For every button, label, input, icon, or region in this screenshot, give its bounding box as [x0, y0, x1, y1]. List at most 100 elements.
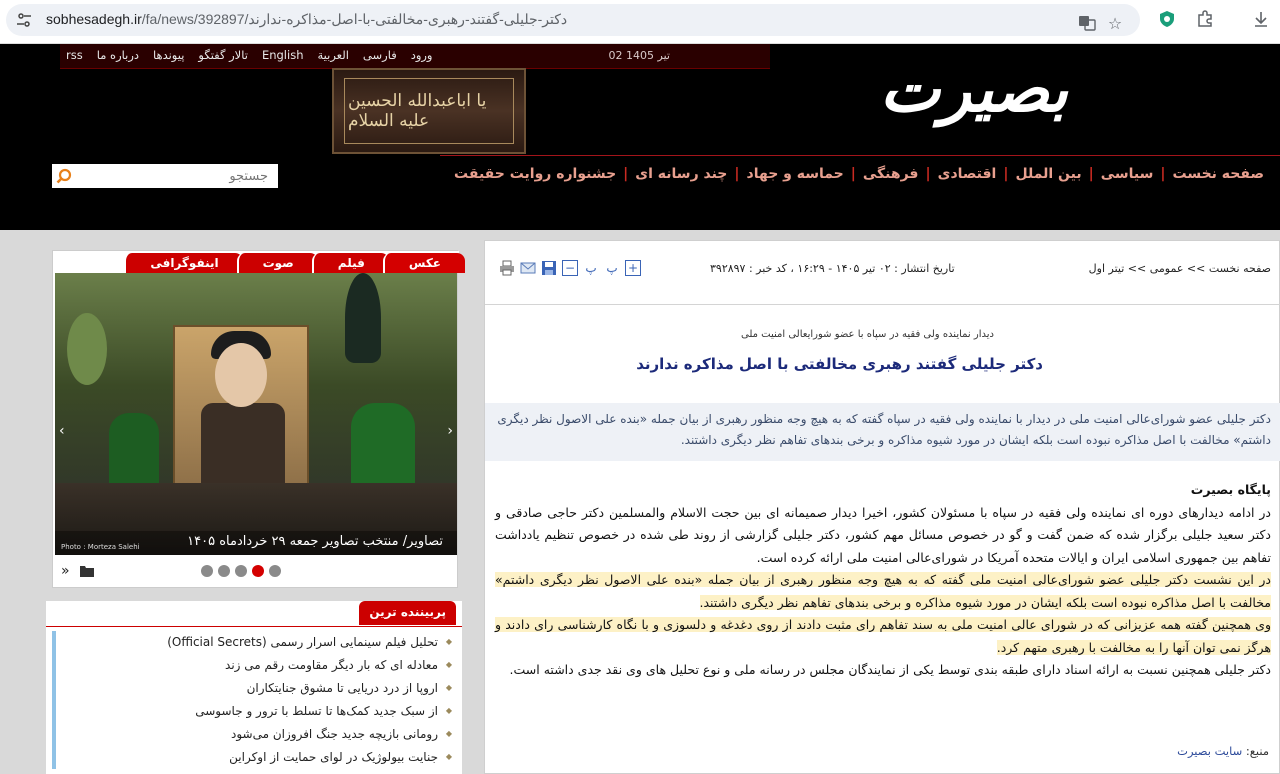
site-logo[interactable]: بصیرت: [880, 52, 1072, 127]
folder-icon[interactable]: [79, 564, 95, 582]
nav-divider: [440, 155, 1280, 156]
nav-separator: |: [623, 166, 629, 182]
list-item[interactable]: معادله ای که بار دیگر مقاومت رقم می زند: [56, 654, 456, 677]
list-item[interactable]: تحلیل فیلم سینمایی اسرار رسمی (Official …: [56, 631, 456, 654]
nav-political[interactable]: سیاسی: [1101, 166, 1154, 182]
nav-cultural[interactable]: فرهنگی: [863, 166, 919, 182]
highlight: در این نشست دکتر جلیلی عضو شورای‌عالی ام…: [495, 572, 1271, 610]
search-icon[interactable]: [56, 168, 72, 184]
prev-arrow-icon[interactable]: ‹: [59, 423, 65, 439]
nav-separator: |: [850, 166, 856, 182]
translate-icon[interactable]: [1076, 12, 1098, 34]
site-header: rss درباره ما پیوندها تالار گفتگو Englis…: [0, 44, 1280, 230]
next-arrow-icon[interactable]: ›: [447, 423, 453, 439]
article-kicker: پایگاه بصیرت: [1190, 482, 1271, 497]
bookmark-star-icon[interactable]: ☆: [1104, 12, 1126, 34]
article-paragraph: دکتر جلیلی همچنین نسبت به ارائه اسناد دا…: [509, 662, 1271, 677]
article-panel: صفحه نخست >> عمومی >> تیتر اول تاریخ انت…: [484, 240, 1280, 774]
slide-dots: [201, 565, 281, 577]
article-body: پایگاه بصیرت در ادامه دیدارهای دوره ای ن…: [495, 479, 1271, 682]
article-tools: − پ پ +: [499, 260, 641, 276]
photo-credit: Photo : Morteza Salehi: [61, 543, 140, 551]
nav-international[interactable]: بین الملل: [1015, 166, 1081, 182]
list-item[interactable]: اروپا از درد دریایی تا مشوق جنایتکاران: [56, 677, 456, 700]
email-icon[interactable]: [520, 260, 536, 276]
toplink-about[interactable]: درباره ما: [97, 48, 139, 62]
article-summary: دکتر جلیلی عضو شورای‌عالی امنیت ملی در د…: [485, 403, 1280, 461]
slide-dot[interactable]: [235, 565, 247, 577]
search-box: [52, 164, 278, 188]
toplink-rss[interactable]: rss: [66, 48, 83, 62]
article-lead: دیدار نماینده ولی فقیه در سپاه با عضو شو…: [741, 329, 994, 340]
banner-text: یا اباعبدالله الحسین علیه السلام: [348, 91, 487, 131]
photo-figure: [201, 403, 285, 491]
slide-dot[interactable]: [218, 565, 230, 577]
toplink-farsi[interactable]: فارسی: [363, 48, 397, 62]
mourning-banner[interactable]: یا اباعبدالله الحسین علیه السلام: [332, 68, 526, 154]
nav-multimedia[interactable]: چند رسانه ای: [635, 166, 727, 182]
slideshow-controls: »: [61, 563, 451, 581]
header-date: 02 تیر 1405: [608, 49, 670, 62]
media-box: عکس فیلم صوت اینفوگرافی ‹ › تصاویر/ منتخ…: [52, 250, 465, 588]
font-increase-icon[interactable]: +: [625, 260, 641, 276]
nav-festival[interactable]: جشنواره روایت حقیقت: [454, 166, 616, 182]
photo-plume: [345, 273, 381, 363]
url-text[interactable]: sobhesadegh.ir/fa/news/392897/دکتر-جلیلی…: [46, 11, 567, 28]
highlight: وی همچنین گفته همه عزیزانی که در شورای ع…: [495, 617, 1271, 655]
download-icon[interactable]: [1250, 8, 1272, 30]
source-label: منبع:: [1245, 744, 1269, 758]
slide-dot[interactable]: [201, 565, 213, 577]
extensions-puzzle-icon[interactable]: [1194, 8, 1216, 30]
photo-figure: [215, 343, 267, 407]
list-item[interactable]: جنایت بیولوژیک در لوای حمایت از اوکراین: [56, 746, 456, 769]
toplink-english[interactable]: English: [262, 48, 304, 62]
browser-toolbar: sobhesadegh.ir/fa/news/392897/دکتر-جلیلی…: [0, 0, 1280, 44]
toplink-login[interactable]: ورود: [411, 48, 433, 62]
toplink-links[interactable]: پیوندها: [153, 48, 184, 62]
toplink-forum[interactable]: تالار گفتگو: [198, 48, 248, 62]
tab-infographic[interactable]: اینفوگرافی: [124, 253, 243, 273]
extension-shield-icon[interactable]: [1156, 8, 1178, 30]
top-bar: rss درباره ما پیوندها تالار گفتگو Englis…: [60, 44, 770, 68]
nav-separator: |: [925, 166, 931, 182]
tab-film[interactable]: فیلم: [311, 253, 389, 273]
article-paragraph: در ادامه دیدارهای دوره ای نماینده ولی فق…: [495, 504, 1271, 565]
save-icon[interactable]: [541, 260, 557, 276]
search-input[interactable]: [78, 166, 268, 186]
article-headline: دکتر جلیلی گفتند رهبری مخالفتی با اصل مذ…: [636, 355, 1043, 373]
slide-dot-active[interactable]: [252, 565, 264, 577]
most-viewed-list: تحلیل فیلم سینمایی اسرار رسمی (Official …: [52, 631, 456, 769]
article-toolbar: صفحه نخست >> عمومی >> تیتر اول تاریخ انت…: [485, 241, 1280, 305]
nav-separator: |: [1003, 166, 1009, 182]
publish-info: تاریخ انتشار : ۰۲ تیر ۱۴۰۵ - ۱۶:۲۹ ، کد …: [710, 262, 955, 275]
main-nav: صفحه نخست | سیاسی | بین الملل | اقتصادی | فر…: [454, 166, 1264, 182]
breadcrumb[interactable]: صفحه نخست >> عمومی >> تیتر اول: [1089, 262, 1271, 275]
fast-forward-icon[interactable]: »: [61, 563, 70, 579]
font-down-icon[interactable]: پ: [583, 260, 599, 276]
print-icon[interactable]: [499, 260, 515, 276]
nav-separator: |: [1160, 166, 1166, 182]
address-bar[interactable]: sobhesadegh.ir/fa/news/392897/دکتر-جلیلی…: [6, 4, 1140, 36]
article-paragraph-highlighted: وی همچنین گفته همه عزیزانی که در شورای ع…: [495, 614, 1271, 659]
site-settings-icon[interactable]: [16, 12, 32, 28]
tab-audio[interactable]: صوت: [236, 253, 318, 273]
font-up-icon[interactable]: پ: [604, 260, 620, 276]
toplink-arabic[interactable]: العربية: [317, 48, 348, 62]
nav-home[interactable]: صفحه نخست: [1173, 166, 1264, 182]
most-viewed-title: پربیننده ترین: [359, 601, 456, 625]
list-item[interactable]: رومانی بازیچه جدید جنگ افروزان می‌شود: [56, 723, 456, 746]
tab-photo[interactable]: عکس: [382, 253, 465, 273]
photo-plume: [67, 313, 107, 385]
nav-epic-jihad[interactable]: حماسه و جهاد: [747, 166, 844, 182]
list-item[interactable]: از سبک جدید کمک‌ها تا تسلط با ترور و جاس…: [56, 700, 456, 723]
font-decrease-icon[interactable]: −: [562, 260, 578, 276]
featured-photo[interactable]: ‹ ›: [55, 273, 457, 555]
top-links: rss درباره ما پیوندها تالار گفتگو Englis…: [66, 48, 433, 62]
slide-dot[interactable]: [269, 565, 281, 577]
media-tabs: عکس فیلم صوت اینفوگرافی: [53, 251, 465, 273]
source-link[interactable]: سایت بصیرت: [1177, 744, 1242, 758]
article-source: منبع: سایت بصیرت: [1177, 744, 1269, 758]
most-viewed: پربیننده ترین تحلیل فیلم سینمایی اسرار ر…: [46, 601, 462, 774]
nav-economic[interactable]: اقتصادی: [938, 166, 997, 182]
most-viewed-header: پربیننده ترین: [46, 601, 462, 627]
